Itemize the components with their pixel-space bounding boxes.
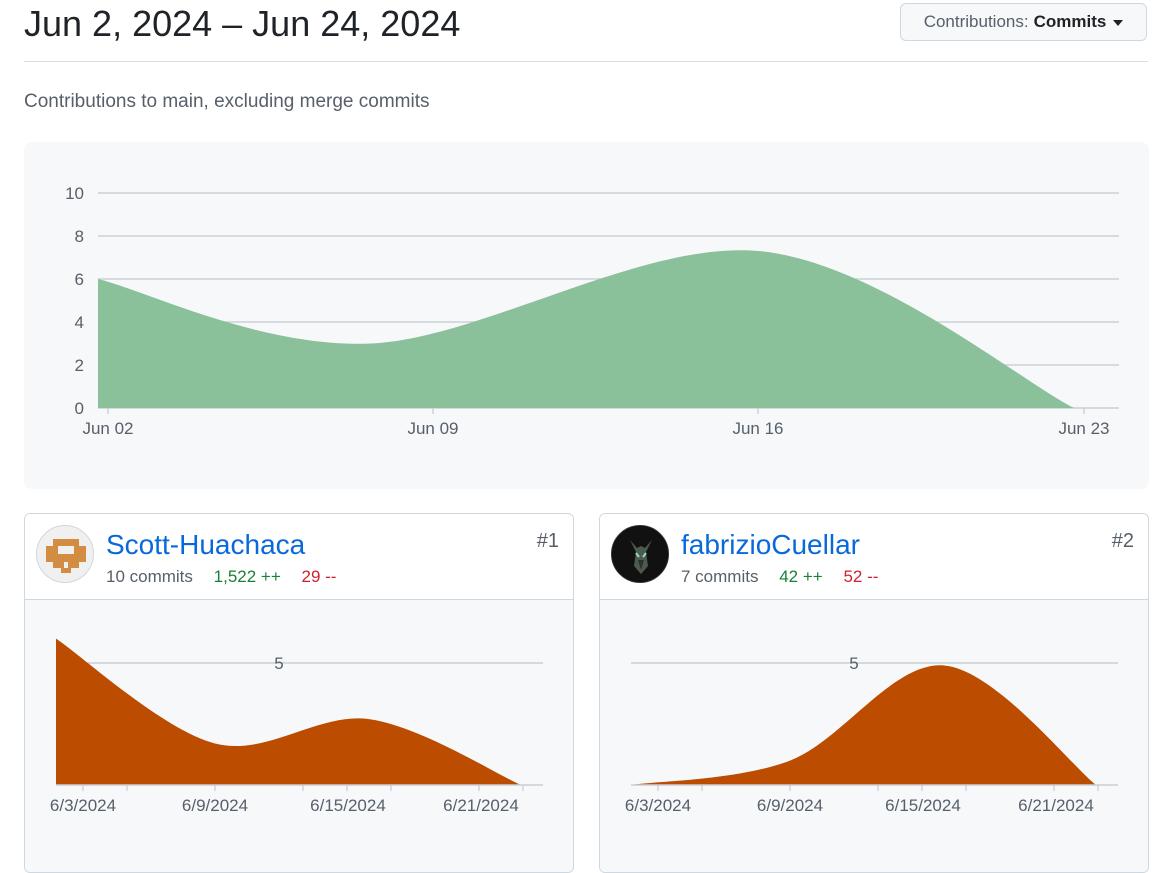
contributor-chart-svg: 5 6/3/2024 6/9/2024 6/15/2024 6/21/2024 [50, 638, 543, 815]
contributor-chart-svg: 5 6/3/2024 6/9/2024 6/15/2024 6/21/2024 [625, 654, 1118, 815]
caret-down-icon [1113, 20, 1124, 26]
additions-count: 42 ++ [779, 567, 823, 586]
identicon-avatar-icon [46, 539, 86, 573]
date-range-title: Jun 2, 2024 – Jun 24, 2024 [24, 3, 461, 44]
x-tick-label: 6/15/2024 [310, 796, 386, 815]
dropdown-value: Commits [1033, 12, 1107, 31]
y-tick-label: 4 [75, 313, 84, 332]
contributor-rank: #1 [536, 530, 559, 552]
contributions-type-dropdown[interactable]: Contributions: Commits [900, 3, 1147, 41]
x-tick-label: 6/3/2024 [625, 796, 691, 815]
avatar[interactable] [36, 525, 94, 583]
x-tick-label: Jun 02 [82, 419, 133, 438]
main-chart-svg: 0 2 4 6 8 10 Jun 02 Jun 09 Jun 16 Jun 23 [65, 184, 1119, 438]
dropdown-prefix: Contributions: [923, 12, 1029, 31]
y-tick-label: 5 [849, 654, 858, 673]
x-tick-label: Jun 23 [1058, 419, 1109, 438]
contributor-name-link[interactable]: Scott-Huachaca [106, 528, 305, 562]
contributor-name-link[interactable]: fabrizioCuellar [681, 528, 860, 562]
main-commits-chart: 0 2 4 6 8 10 Jun 02 Jun 09 Jun 16 Jun 23 [24, 142, 1149, 489]
x-tick-label: Jun 09 [407, 419, 458, 438]
y-tick-label: 2 [75, 356, 84, 375]
y-tick-label: 10 [65, 184, 84, 203]
additions-count: 1,522 ++ [213, 567, 281, 586]
contributor-card-header: Scott-Huachaca 10 commits 1,522 ++ 29 --… [25, 514, 573, 600]
contributor-card-2: fabrizioCuellar 7 commits 42 ++ 52 -- #2… [599, 513, 1149, 873]
x-tick-label: 6/21/2024 [1018, 796, 1094, 815]
contributor-chart-area: 5 6/3/2024 6/9/2024 6/15/2024 6/21/2024 [600, 600, 1148, 872]
x-tick-label: 6/9/2024 [757, 796, 823, 815]
x-tick-label: 6/15/2024 [885, 796, 961, 815]
y-tick-label: 5 [274, 654, 283, 673]
x-tick-label: 6/3/2024 [50, 796, 116, 815]
commits-area-series [98, 250, 1074, 408]
contributions-subtitle: Contributions to main, excluding merge c… [24, 91, 430, 112]
y-tick-label: 6 [75, 270, 84, 289]
deletions-count: 52 -- [843, 567, 879, 586]
commit-count: 10 commits [106, 567, 193, 586]
y-tick-label: 0 [75, 399, 84, 418]
commit-count: 7 commits [681, 567, 759, 586]
contributor-chart-area: 5 6/3/2024 6/9/2024 6/15/2024 6/21/2024 [25, 600, 573, 872]
y-tick-label: 8 [75, 227, 84, 246]
x-tick-label: 6/9/2024 [182, 796, 248, 815]
contributor-rank: #2 [1111, 530, 1134, 552]
contributor-card-header: fabrizioCuellar 7 commits 42 ++ 52 -- #2 [600, 514, 1148, 600]
avatar[interactable] [611, 525, 669, 583]
contributor-area-series [56, 638, 521, 785]
contributor-stats: 7 commits 42 ++ 52 -- [681, 567, 878, 587]
header-divider [24, 61, 1148, 62]
x-tick-label: Jun 16 [732, 419, 783, 438]
deletions-count: 29 -- [301, 567, 337, 586]
contributor-stats: 10 commits 1,522 ++ 29 -- [106, 567, 336, 587]
contributor-card-1: Scott-Huachaca 10 commits 1,522 ++ 29 --… [24, 513, 574, 873]
wolf-avatar-icon [612, 526, 668, 582]
x-tick-label: 6/21/2024 [443, 796, 519, 815]
contributor-area-series [631, 665, 1096, 785]
